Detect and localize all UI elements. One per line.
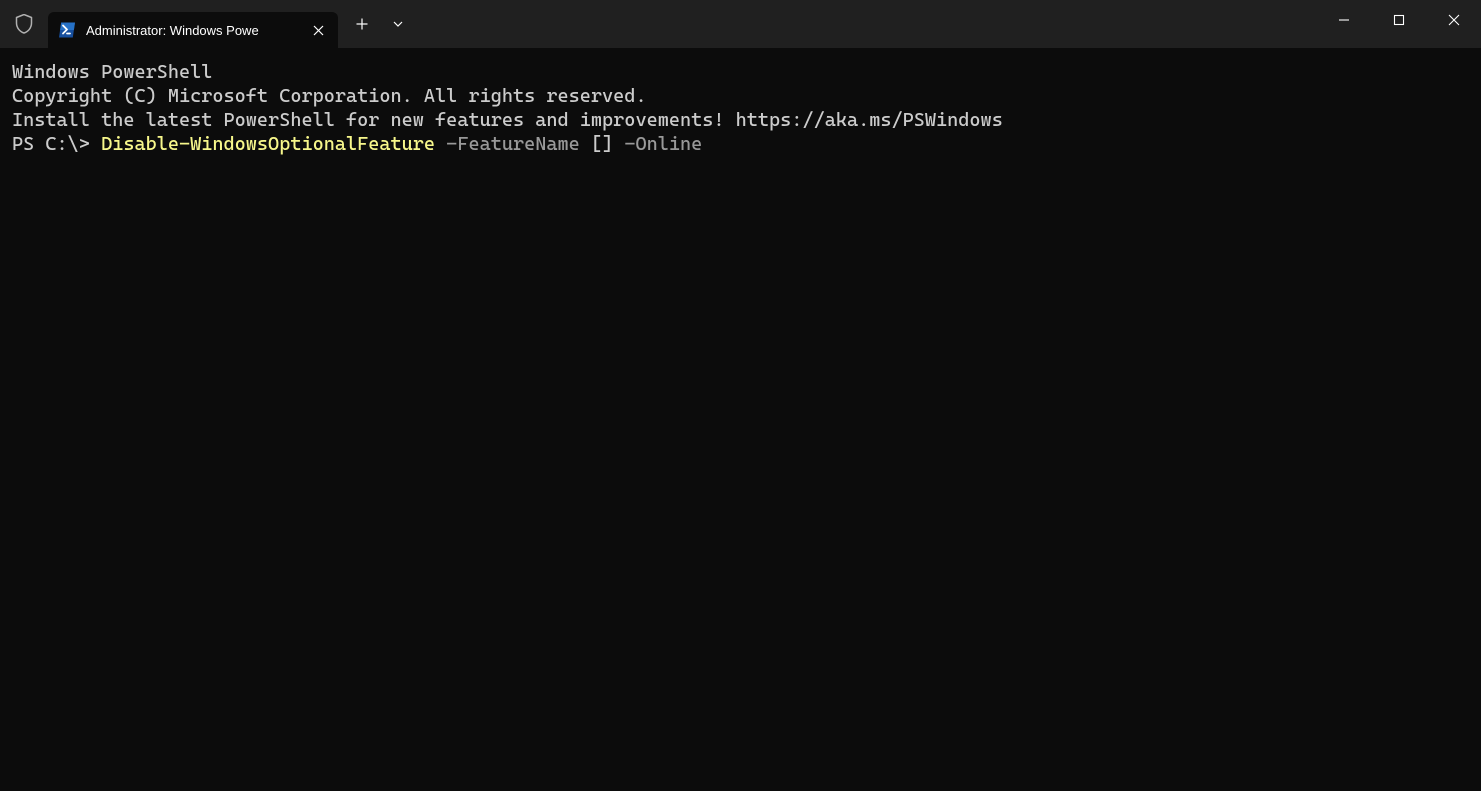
terminal-line: Copyright (C) Microsoft Corporation. All… (12, 84, 1469, 108)
chevron-down-icon (392, 18, 404, 30)
close-icon (313, 25, 324, 36)
plus-icon (356, 18, 368, 30)
parameter: -Online (613, 133, 702, 155)
titlebar-actions (344, 0, 416, 48)
tab-dropdown-button[interactable] (380, 6, 416, 42)
maximize-icon (1393, 14, 1405, 26)
parameter: -FeatureName (435, 133, 580, 155)
maximize-button[interactable] (1371, 0, 1426, 40)
tab-close-button[interactable] (308, 20, 328, 40)
powershell-icon (58, 21, 76, 39)
minimize-icon (1338, 14, 1350, 26)
terminal-content[interactable]: Windows PowerShellCopyright (C) Microsof… (0, 48, 1481, 791)
minimize-button[interactable] (1316, 0, 1371, 40)
shield-icon (0, 0, 48, 48)
terminal-line: Windows PowerShell (12, 60, 1469, 84)
argument: [] (580, 133, 613, 155)
new-tab-button[interactable] (344, 6, 380, 42)
window-controls (1316, 0, 1481, 40)
terminal-line: Install the latest PowerShell for new fe… (12, 108, 1469, 132)
terminal-prompt-line: PS C:\> Disable-WindowsOptionalFeature -… (12, 132, 1469, 156)
tab-title: Administrator: Windows Powe (86, 23, 300, 38)
close-icon (1448, 14, 1460, 26)
window-titlebar: Administrator: Windows Powe (0, 0, 1481, 48)
tab-powershell[interactable]: Administrator: Windows Powe (48, 12, 338, 48)
cmdlet: Disable-WindowsOptionalFeature (101, 133, 435, 155)
prompt: PS C:\> (12, 133, 101, 155)
close-window-button[interactable] (1426, 0, 1481, 40)
